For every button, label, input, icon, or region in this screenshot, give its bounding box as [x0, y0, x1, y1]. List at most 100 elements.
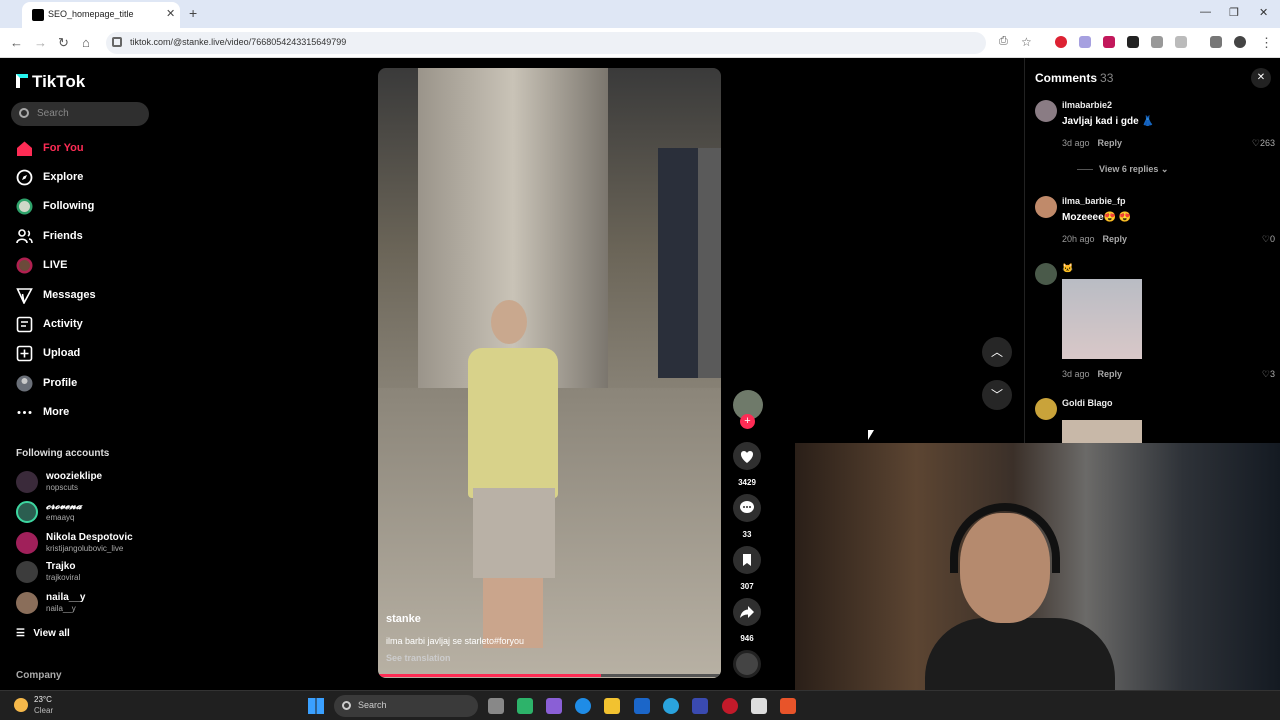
nav-messages[interactable]: Messages — [16, 287, 156, 307]
taskbar-search[interactable]: Search — [334, 695, 478, 717]
nav-profile[interactable]: Profile — [16, 375, 156, 395]
app-icon[interactable] — [751, 698, 767, 714]
like-button[interactable] — [733, 442, 761, 470]
comment-button[interactable] — [733, 494, 761, 522]
extension-opera-icon[interactable] — [1055, 36, 1067, 48]
avatar[interactable] — [1035, 263, 1057, 285]
extensions-puzzle-icon[interactable] — [1175, 36, 1187, 48]
previous-video-button[interactable]: ︿ — [982, 337, 1012, 367]
url-text: tiktok.com/@stanke.live/video/7668054243… — [130, 37, 347, 47]
extension-box-icon[interactable] — [1127, 36, 1139, 48]
video-caption: ilma barbi javljaj se starleto#foryou — [386, 636, 525, 646]
company-link[interactable]: Company — [16, 670, 62, 681]
copilot-icon[interactable] — [546, 698, 562, 714]
like-action[interactable]: 3429 — [733, 442, 761, 487]
tiktok-logo[interactable]: TikTok — [16, 72, 85, 92]
opera-icon[interactable] — [722, 698, 738, 714]
avatar[interactable] — [1035, 398, 1057, 420]
profile-icon[interactable] — [1234, 36, 1246, 48]
nav-upload[interactable]: Upload — [16, 345, 156, 365]
site-info-icon[interactable] — [112, 37, 122, 47]
new-tab-icon[interactable]: + — [189, 5, 197, 21]
music-disc-icon[interactable] — [733, 650, 761, 678]
follow-plus-icon[interactable]: + — [740, 414, 755, 429]
following-account[interactable]: woozieklipe nopscuts — [16, 471, 156, 495]
menu-kebab-icon[interactable]: ⋮ — [1260, 35, 1273, 51]
windows-start-icon[interactable] — [308, 698, 324, 714]
bookmark-star-icon[interactable]: ☆ — [1021, 35, 1032, 49]
messages-icon — [16, 288, 33, 304]
save-button[interactable] — [733, 546, 761, 574]
save-action[interactable]: 307 — [733, 546, 761, 591]
comment-like-button[interactable]: ♡263 — [1252, 138, 1275, 149]
upload-icon — [16, 345, 33, 362]
search-input[interactable]: Search — [11, 102, 149, 126]
comment-image[interactable] — [1062, 420, 1142, 443]
search-icon — [342, 701, 351, 710]
view-replies-button[interactable]: View 6 replies ⌄ — [1077, 164, 1168, 175]
video-progress-bar[interactable] — [378, 674, 721, 677]
telegram-icon[interactable] — [663, 698, 679, 714]
close-tab-icon[interactable]: ✕ — [166, 7, 175, 20]
extension-translate-icon[interactable] — [1151, 36, 1163, 48]
video-frame-person — [468, 348, 558, 498]
share-button[interactable] — [733, 598, 761, 626]
share-action[interactable]: 946 — [733, 598, 761, 643]
brave-icon[interactable] — [780, 698, 796, 714]
weather-moon-icon[interactable] — [14, 698, 28, 712]
restore-icon[interactable]: ❐ — [1229, 6, 1239, 19]
media-icon[interactable] — [1210, 36, 1222, 48]
following-accounts-heading: Following accounts — [16, 448, 110, 459]
minimize-icon[interactable]: — — [1200, 6, 1211, 18]
avatar[interactable] — [1035, 196, 1057, 218]
back-icon[interactable]: ← — [10, 35, 23, 50]
following-account[interactable]: 𝓬𝓻𝓸𝓿𝓮𝓷𝓪 emaayq — [16, 501, 156, 525]
video-frame-tower — [658, 148, 703, 378]
install-icon[interactable]: ⎙ — [999, 35, 1008, 48]
app-icon[interactable] — [634, 698, 650, 714]
nav-activity[interactable]: Activity — [16, 316, 156, 336]
following-account[interactable]: Trajko trajkoviral — [16, 561, 156, 585]
compass-icon — [16, 169, 33, 186]
reload-icon[interactable]: ↻ — [58, 35, 69, 51]
reply-button[interactable]: Reply — [1098, 138, 1123, 148]
app-icon[interactable] — [517, 698, 533, 714]
search-icon — [19, 108, 29, 118]
comment-image[interactable] — [1062, 279, 1142, 359]
comment-item: 🐱 3d ago Reply ♡3 — [1035, 263, 1275, 383]
close-comments-button[interactable]: ✕ — [1251, 68, 1271, 88]
comment-like-button[interactable]: ♡0 — [1262, 234, 1275, 245]
video-author[interactable]: stanke — [386, 613, 421, 625]
nav-following[interactable]: Following — [16, 198, 156, 218]
bookmark-icon — [743, 554, 751, 566]
forward-icon[interactable]: → — [34, 35, 47, 50]
url-field[interactable]: tiktok.com/@stanke.live/video/7668054243… — [106, 32, 986, 54]
avatar[interactable] — [1035, 100, 1057, 122]
window-close-icon[interactable]: ✕ — [1259, 6, 1268, 19]
nav-live[interactable]: LIVE — [16, 257, 156, 277]
reply-button[interactable]: Reply — [1098, 369, 1123, 379]
app-icon[interactable] — [692, 698, 708, 714]
following-account[interactable]: naila__y naila__y — [16, 592, 156, 616]
extension-pen-icon[interactable] — [1079, 36, 1091, 48]
reply-button[interactable]: Reply — [1103, 234, 1128, 244]
video-player[interactable]: stanke ilma barbi javljaj se starleto#fo… — [378, 68, 721, 678]
nav-friends[interactable]: Friends — [16, 228, 156, 248]
nav-more[interactable]: More — [16, 404, 156, 424]
comment-like-button[interactable]: ♡3 — [1262, 369, 1275, 380]
sidebar: TikTok Search For You Explore Following … — [0, 58, 165, 690]
list-icon: ☰ — [16, 628, 25, 639]
home-browser-icon[interactable]: ⌂ — [82, 35, 90, 50]
see-translation-link[interactable]: See translation — [386, 653, 451, 663]
file-explorer-icon[interactable] — [604, 698, 620, 714]
task-view-icon[interactable] — [488, 698, 504, 714]
following-account[interactable]: Nikola Despotovic kristijangolubovic_liv… — [16, 532, 156, 556]
view-all-link[interactable]: ☰ View all — [16, 628, 70, 639]
next-video-button[interactable]: ﹀ — [982, 380, 1012, 410]
nav-for-you[interactable]: For You — [16, 140, 156, 160]
edge-icon[interactable] — [575, 698, 591, 714]
comment-action[interactable]: 33 — [733, 494, 761, 539]
nav-explore[interactable]: Explore — [16, 169, 156, 189]
browser-tab[interactable]: SEO_homepage_title ✕ — [22, 2, 180, 28]
extension-shield-icon[interactable] — [1103, 36, 1115, 48]
